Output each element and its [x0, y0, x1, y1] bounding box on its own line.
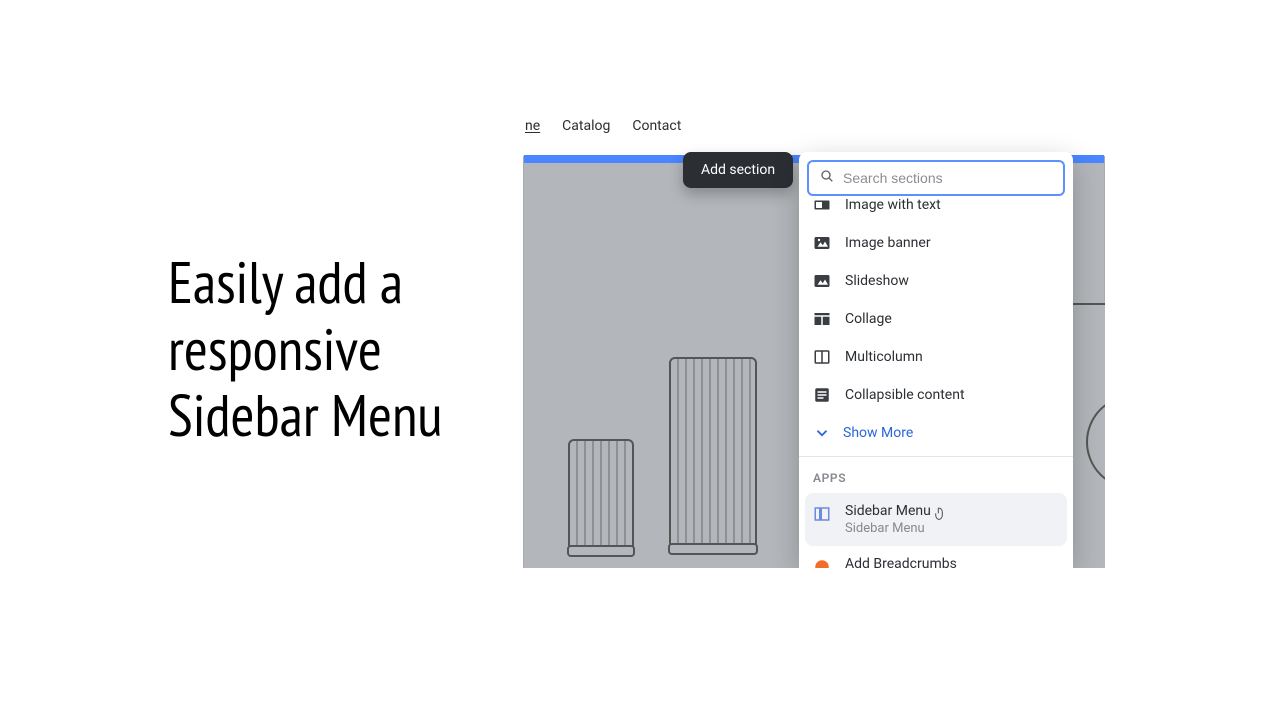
- search-sections-input[interactable]: [843, 170, 1053, 186]
- nav-contact[interactable]: Contact: [632, 118, 681, 134]
- section-label: Image with text: [845, 197, 941, 213]
- section-label: Slideshow: [845, 273, 909, 289]
- stage: Easily add a responsive Sidebar Menu ne …: [0, 0, 1280, 720]
- app-subtitle: Sidebar Menu: [845, 521, 931, 536]
- breadcrumbs-app-icon: [813, 558, 831, 568]
- add-section-tooltip: Add section: [683, 152, 793, 188]
- illustration-lens-small: [568, 439, 634, 557]
- app-title: Add Breadcrumbs: [845, 556, 957, 568]
- image-banner-icon: [813, 234, 831, 252]
- search-icon: [819, 168, 835, 188]
- section-collapsible-content[interactable]: Collapsible content: [799, 376, 1073, 414]
- section-picker-panel: Image with text Image banner Slideshow C…: [799, 152, 1073, 568]
- collapsible-content-icon: [813, 386, 831, 404]
- sidebar-menu-app-icon: [813, 505, 831, 523]
- nav-catalog[interactable]: Catalog: [562, 118, 610, 134]
- show-more[interactable]: Show More: [799, 414, 1073, 456]
- section-image-with-text[interactable]: Image with text: [799, 186, 1073, 224]
- section-image-banner[interactable]: Image banner: [799, 224, 1073, 262]
- section-label: Image banner: [845, 235, 931, 251]
- illustration-lens-large: [669, 357, 757, 555]
- section-label: Multicolumn: [845, 349, 923, 365]
- app-title: Sidebar Menu: [845, 503, 931, 519]
- nav-home-partial[interactable]: ne: [525, 118, 540, 134]
- store-nav: ne Catalog Contact: [523, 116, 1105, 140]
- app-sidebar-menu[interactable]: Sidebar Menu Sidebar Menu: [805, 493, 1067, 546]
- section-multicolumn[interactable]: Multicolumn: [799, 338, 1073, 376]
- section-collage[interactable]: Collage: [799, 300, 1073, 338]
- app-text: Sidebar Menu Sidebar Menu: [845, 503, 931, 536]
- section-label: Collapsible content: [845, 387, 965, 403]
- headline: Easily add a responsive Sidebar Menu: [168, 250, 508, 450]
- apps-header: APPS: [799, 457, 1073, 493]
- show-more-label: Show More: [843, 425, 913, 441]
- image-with-text-icon: [813, 196, 831, 214]
- section-slideshow[interactable]: Slideshow: [799, 262, 1073, 300]
- slideshow-icon: [813, 272, 831, 290]
- app-text: Add Breadcrumbs: [845, 556, 957, 568]
- multicolumn-icon: [813, 348, 831, 366]
- collage-icon: [813, 310, 831, 328]
- editor-screenshot: ne Catalog Contact Add section Image wi: [523, 108, 1105, 568]
- chevron-down-icon: [813, 424, 831, 442]
- section-label: Collage: [845, 311, 892, 327]
- app-add-breadcrumbs[interactable]: Add Breadcrumbs: [799, 546, 1073, 568]
